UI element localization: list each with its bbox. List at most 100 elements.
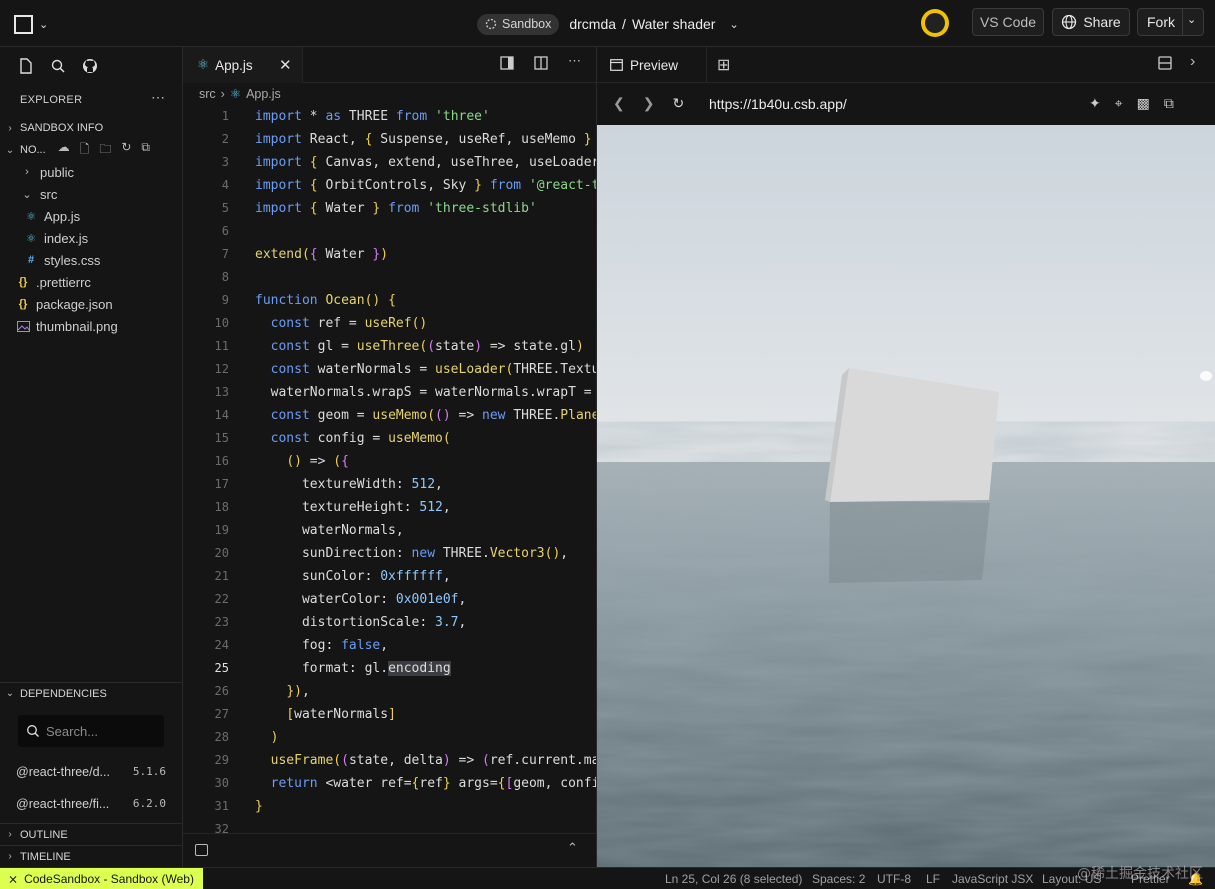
chevron-down-icon[interactable]: ⌄: [1187, 13, 1196, 26]
code-line[interactable]: 11 const gl = useThree((state) => state.…: [183, 335, 596, 358]
owner-name[interactable]: drcmda: [569, 16, 616, 32]
tree-item-package-json[interactable]: {} package.json: [0, 293, 183, 315]
end-of-line[interactable]: LF: [926, 872, 940, 886]
code-line[interactable]: 1 import * as THREE from 'three': [183, 105, 596, 128]
github-icon[interactable]: [81, 57, 99, 75]
avatar[interactable]: [921, 9, 949, 37]
terminal-icon[interactable]: [195, 844, 208, 856]
code-line[interactable]: 24 fog: false,: [183, 634, 596, 657]
add-tab-icon[interactable]: ⊞: [717, 55, 730, 75]
new-file-icon[interactable]: 🗋: [80, 140, 90, 161]
breadcrumb-file[interactable]: App.js: [246, 87, 281, 101]
sandbox-info-section[interactable]: › SANDBOX INFO: [0, 118, 183, 138]
file-encoding[interactable]: UTF-8: [877, 872, 911, 886]
line-number: 30: [214, 776, 229, 790]
breadcrumb-folder[interactable]: src: [199, 87, 216, 101]
refresh-icon[interactable]: ↻: [672, 95, 684, 112]
code-line[interactable]: 12 const waterNormals = useLoader(THREE.…: [183, 358, 596, 381]
outline-section[interactable]: › OUTLINE: [0, 823, 183, 845]
code-line[interactable]: 29 useFrame((state, delta) => (ref.curre…: [183, 749, 596, 772]
toggle-panel-icon[interactable]: [500, 56, 514, 70]
codesandbox-menu-button[interactable]: ⌄: [14, 12, 54, 36]
code-line[interactable]: 16 () => ({: [183, 450, 596, 473]
tree-item-public[interactable]: › public: [0, 161, 183, 183]
code-area[interactable]: 1 import * as THREE from 'three' 2 import R…: [183, 105, 596, 833]
sandbox-badge[interactable]: Sandbox: [477, 13, 560, 35]
tree-item-src[interactable]: ⌄ src: [0, 183, 183, 205]
share-button[interactable]: Share: [1052, 8, 1130, 36]
code-line[interactable]: 23 distortionScale: 3.7,: [183, 611, 596, 634]
cursor-position[interactable]: Ln 25, Col 26 (8 selected): [665, 872, 802, 886]
code-line[interactable]: 30 return <water ref={ref} args={[geom, …: [183, 772, 596, 795]
dependency-search-input[interactable]: Search...: [18, 715, 164, 747]
code-line[interactable]: 9 function Ocean() {: [183, 289, 596, 312]
chevron-down-icon[interactable]: ⌄: [729, 18, 738, 31]
code-line[interactable]: 4 import { OrbitControls, Sky } from '@re…: [183, 174, 596, 197]
search-icon[interactable]: [49, 57, 67, 75]
cloud-upload-icon[interactable]: ☁: [58, 140, 70, 161]
code-line[interactable]: 25 format: gl.encoding: [183, 657, 596, 680]
code-line[interactable]: 7 extend({ Water }): [183, 243, 596, 266]
crosshair-icon[interactable]: ⌖: [1115, 95, 1123, 112]
tree-item-prettierrc[interactable]: {} .prettierrc: [0, 271, 183, 293]
code-line[interactable]: 3 import { Canvas, extend, useThree, useL…: [183, 151, 596, 174]
sparkle-icon[interactable]: ✦: [1089, 95, 1101, 112]
dependency-row[interactable]: @react-three/d... 5.1.6: [16, 765, 166, 783]
code-line[interactable]: 15 const config = useMemo(: [183, 427, 596, 450]
url-input[interactable]: https://1b40u.csb.app/: [709, 96, 847, 112]
tree-item-styles-css[interactable]: # styles.css: [0, 249, 183, 271]
fork-button[interactable]: Fork ⌄: [1137, 8, 1204, 36]
timeline-section[interactable]: › TIMELINE: [0, 845, 183, 867]
files-section[interactable]: ⌄ NO... ☁ 🗋 🗀 ↻ ⧉: [0, 140, 183, 160]
more-options-icon[interactable]: ⋯: [151, 89, 165, 106]
code-line[interactable]: 20 sunDirection: new THREE.Vector3(),: [183, 542, 596, 565]
chevron-right-icon[interactable]: ›: [1190, 53, 1195, 71]
close-icon[interactable]: ✕: [279, 56, 292, 74]
code-line[interactable]: 14 const geom = useMemo(() => new THREE.…: [183, 404, 596, 427]
project-breadcrumb[interactable]: drcmda / Water shader ⌄: [569, 16, 738, 32]
console-icon[interactable]: ▩: [1137, 95, 1150, 112]
tab-app-js[interactable]: ⚛ App.js ✕: [183, 47, 303, 83]
code-line[interactable]: 27 [waterNormals]: [183, 703, 596, 726]
code-line[interactable]: 26 }),: [183, 680, 596, 703]
code-line[interactable]: 8: [183, 266, 596, 289]
code-line[interactable]: 2 import React, { Suspense, useRef, useMe…: [183, 128, 596, 151]
codesandbox-status[interactable]: ⨯ CodeSandbox - Sandbox (Web): [0, 868, 203, 889]
code-line[interactable]: 17 textureWidth: 512,: [183, 473, 596, 496]
split-editor-icon[interactable]: [534, 56, 548, 70]
tree-item-index-js[interactable]: ⚛ index.js: [0, 227, 183, 249]
project-name[interactable]: Water shader: [632, 16, 716, 32]
back-icon[interactable]: ❮: [613, 95, 625, 112]
code-line[interactable]: 5 import { Water } from 'three-stdlib': [183, 197, 596, 220]
refresh-icon[interactable]: ↻: [121, 140, 131, 161]
code-text: () => ({: [286, 454, 349, 469]
new-folder-icon[interactable]: 🗀: [99, 140, 111, 161]
code-line[interactable]: 21 sunColor: 0xffffff,: [183, 565, 596, 588]
forward-icon[interactable]: ❯: [643, 95, 655, 112]
open-in-vscode-button[interactable]: VS Code: [972, 8, 1044, 36]
tree-item-thumbnail-png[interactable]: thumbnail.png: [0, 315, 183, 337]
code-line[interactable]: 18 textureHeight: 512,: [183, 496, 596, 519]
dependency-version: 6.2.0: [132, 797, 166, 810]
layout-icon[interactable]: [1158, 56, 1172, 70]
code-line[interactable]: 32: [183, 818, 596, 833]
code-line[interactable]: 6: [183, 220, 596, 243]
code-line[interactable]: 19 waterNormals,: [183, 519, 596, 542]
dependency-row[interactable]: @react-three/fi... 6.2.0: [16, 797, 166, 815]
more-options-icon[interactable]: ⋯: [568, 53, 581, 70]
water-shader-canvas[interactable]: [597, 125, 1215, 867]
code-line[interactable]: 31}: [183, 795, 596, 818]
tree-item-app-js[interactable]: ⚛ App.js: [0, 205, 183, 227]
indentation[interactable]: Spaces: 2: [812, 872, 865, 886]
code-line[interactable]: 10 const ref = useRef(): [183, 312, 596, 335]
tab-preview[interactable]: Preview: [597, 47, 707, 83]
file-icon[interactable]: [17, 57, 35, 75]
code-line[interactable]: 28 ): [183, 726, 596, 749]
open-new-window-icon[interactable]: ⧉: [1164, 95, 1174, 112]
dependencies-section[interactable]: ⌄ DEPENDENCIES: [0, 682, 183, 704]
code-line[interactable]: 13 waterNormals.wrapS = waterNormals.wra…: [183, 381, 596, 404]
language-mode[interactable]: JavaScript JSX: [952, 872, 1033, 886]
chevron-up-icon[interactable]: ⌃: [567, 840, 578, 856]
collapse-all-icon[interactable]: ⧉: [141, 140, 150, 161]
code-line[interactable]: 22 waterColor: 0x001e0f,: [183, 588, 596, 611]
